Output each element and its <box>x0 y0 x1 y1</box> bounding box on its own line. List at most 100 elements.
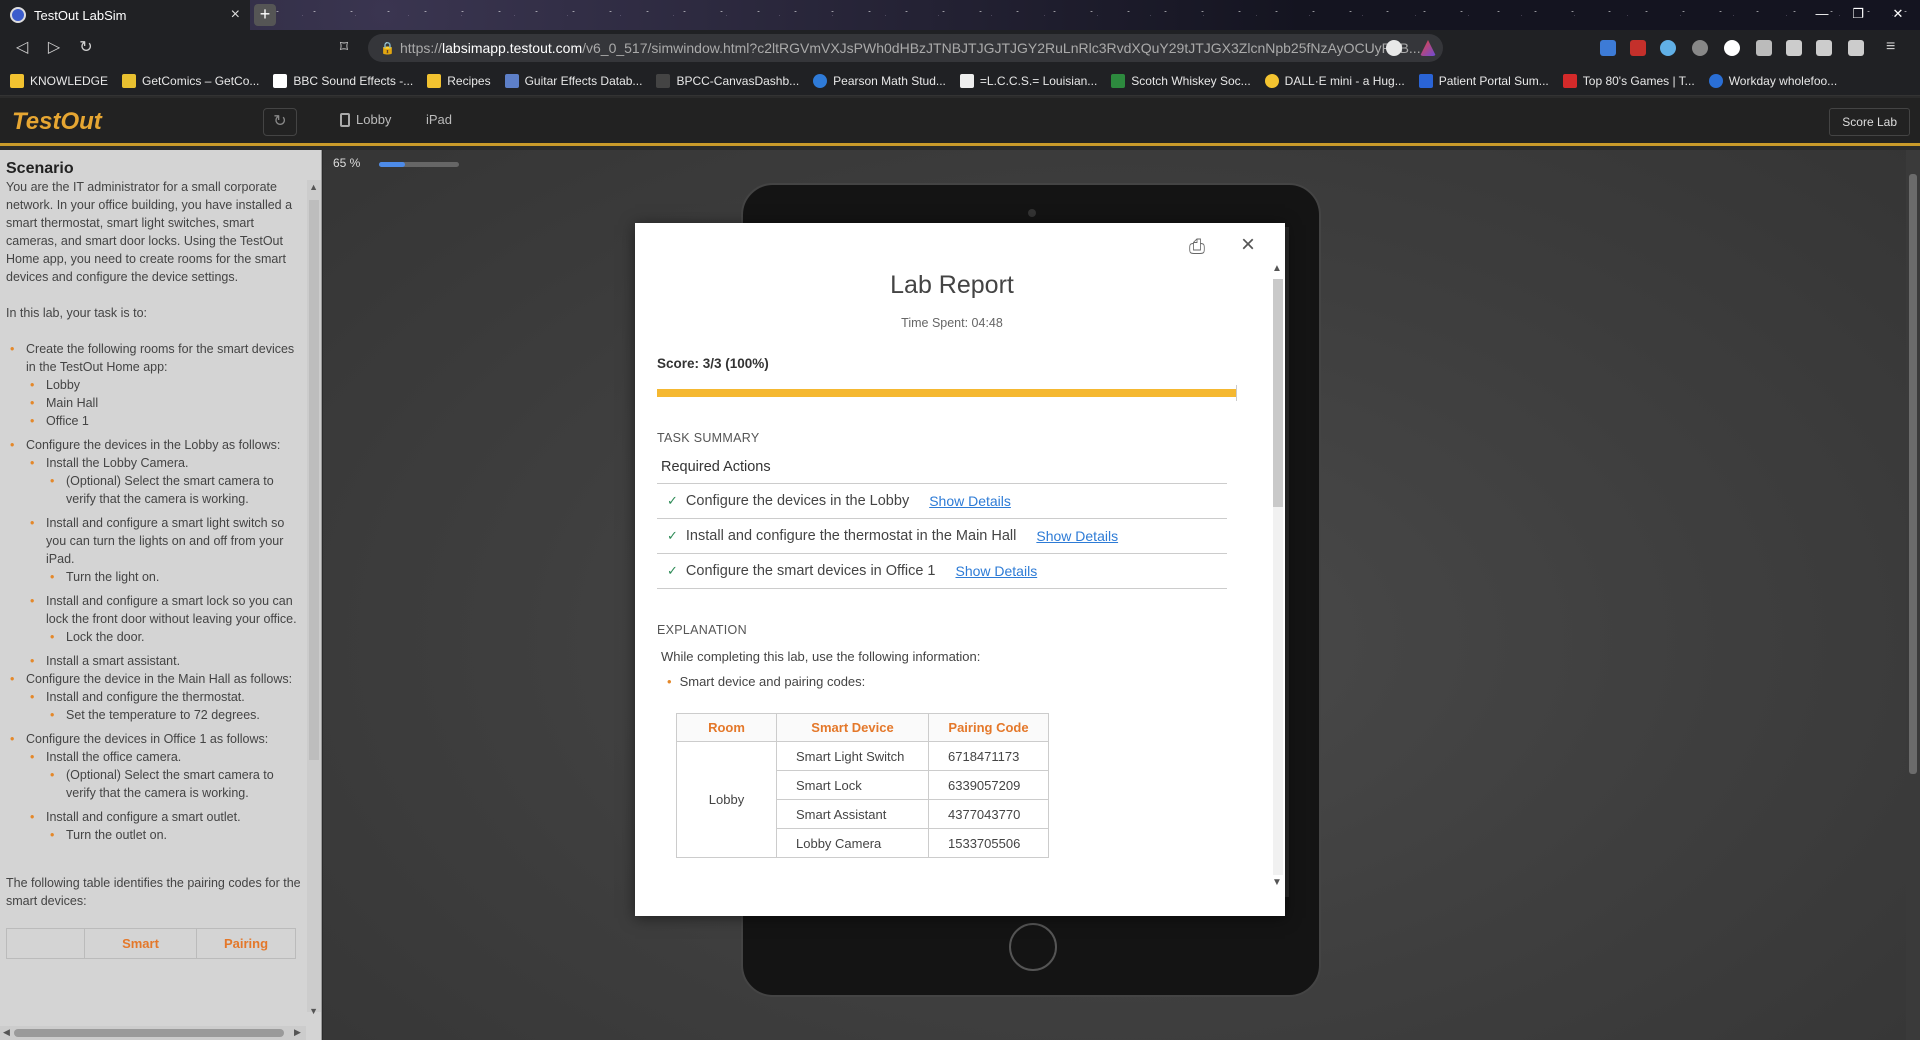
minimize-icon[interactable]: — <box>1804 0 1840 30</box>
scroll-up-icon[interactable]: ▲ <box>309 182 318 192</box>
ipad-home-button[interactable] <box>1009 923 1057 971</box>
stage-scrollbar[interactable] <box>1906 150 1920 1040</box>
new-tab-button[interactable]: + <box>254 4 276 26</box>
extension-translate-icon[interactable] <box>1600 40 1616 56</box>
code-cell: 6339057209 <box>928 770 1049 800</box>
close-icon[interactable]: × <box>1237 233 1259 257</box>
ipad-camera <box>1028 209 1036 217</box>
show-details-link[interactable]: Show Details <box>929 493 1011 509</box>
scroll-down-icon[interactable]: ▼ <box>309 1006 318 1016</box>
bookmark-item[interactable]: Scotch Whiskey Soc... <box>1111 73 1251 88</box>
browser-tab-strip: TestOut LabSim × + — ❐ ✕ <box>0 0 1920 30</box>
reload-icon[interactable]: ↻ <box>76 38 96 58</box>
browser-toolbar: ◁ ▷ ↻ ⌑ 🔒 https://labsimapp.testout.com/… <box>0 30 1920 66</box>
scroll-down-icon[interactable]: ▼ <box>1272 877 1282 888</box>
bookmark-item[interactable]: DALL·E mini - a Hug... <box>1264 73 1405 88</box>
bookmark-item[interactable]: Top 80's Games | T... <box>1562 73 1695 88</box>
zoom-label: 65 % <box>333 156 361 170</box>
menu-icon[interactable]: ≡ <box>1886 39 1902 56</box>
extension-react-icon[interactable] <box>1660 40 1676 56</box>
score-lab-button[interactable]: Score Lab <box>1829 108 1910 136</box>
scenario-horizontal-scrollbar[interactable] <box>0 1026 306 1040</box>
brave-shield-icon[interactable] <box>1386 40 1402 56</box>
task-text: Configure the smart devices in Office 1 <box>685 563 936 579</box>
bullet-icon: • <box>667 674 672 689</box>
sidebar-icon[interactable] <box>1816 40 1832 56</box>
show-details-link[interactable]: Show Details <box>1036 528 1118 544</box>
breadcrumb-lobby[interactable]: Lobby <box>340 112 391 127</box>
task-item: Create the following rooms for the smart… <box>6 340 306 430</box>
scroll-up-icon[interactable]: ▲ <box>1272 263 1282 274</box>
code-cell: 6718471173 <box>928 741 1049 771</box>
folder-icon <box>10 73 24 88</box>
browser-tab[interactable]: TestOut LabSim × <box>0 0 250 30</box>
lab-report-body: Lab Report Time Spent: 04:48 Score: 3/3 … <box>657 263 1247 893</box>
subtask-item: Lobby <box>26 376 306 394</box>
bookmark-item[interactable]: Workday wholefoo... <box>1708 73 1837 88</box>
bookmark-item[interactable]: BPCC-CanvasDashb... <box>656 73 799 88</box>
scenario-intro: You are the IT administrator for a small… <box>6 180 293 284</box>
scenario-vertical-scrollbar[interactable] <box>307 180 321 1012</box>
report-scrollbar[interactable]: ▲ ▼ <box>1269 261 1285 893</box>
bookmark-item[interactable]: Patient Portal Sum... <box>1418 73 1549 88</box>
task-row: ✓ Install and configure the thermostat i… <box>657 519 1227 554</box>
table-header-cell: Smart <box>84 928 197 959</box>
zoom-slider[interactable] <box>379 162 459 167</box>
table-row: Lobby Smart Light Switch 6718471173 <box>676 741 1049 858</box>
show-details-link[interactable]: Show Details <box>955 563 1037 579</box>
scrollbar-thumb[interactable] <box>309 200 319 760</box>
breadcrumb-ipad[interactable]: iPad <box>420 112 452 127</box>
bookmark-item[interactable]: =L.C.C.S.= Louisian... <box>959 73 1097 88</box>
subtask-item: Install and configure a smart outlet. Tu… <box>26 808 306 844</box>
subtask-detail: Turn the light on. <box>46 568 306 586</box>
task-text: Configure the devices in the Lobby <box>685 493 910 509</box>
bbc-icon <box>273 73 288 88</box>
zoom-slider-fill <box>379 162 406 167</box>
tab-title: TestOut LabSim <box>34 7 127 23</box>
testout-app-bar: TestOut ↻ Lobby iPad Score Lab <box>0 98 1920 146</box>
bookmark-item[interactable]: KNOWLEDGE <box>10 73 108 88</box>
lccs-icon <box>959 73 974 88</box>
scrollbar-thumb[interactable] <box>14 1029 284 1037</box>
window-close-icon[interactable]: ✕ <box>1880 0 1916 30</box>
wallet-icon[interactable] <box>1848 40 1864 56</box>
extension-w-icon[interactable] <box>1692 40 1708 56</box>
table-header-cell <box>6 928 85 959</box>
scroll-left-icon[interactable]: ◀ <box>3 1027 10 1038</box>
progress-endcap <box>1236 385 1237 401</box>
extensions-puzzle-icon[interactable] <box>1756 40 1772 56</box>
scroll-right-icon[interactable]: ▶ <box>294 1027 301 1038</box>
refresh-button[interactable]: ↻ <box>263 108 297 136</box>
reading-list-icon[interactable] <box>1786 40 1802 56</box>
task-intro: In this lab, your task is to: <box>6 306 148 320</box>
scrollbar-thumb[interactable] <box>1909 174 1917 774</box>
bookmark-item[interactable]: Guitar Effects Datab... <box>504 73 642 88</box>
maximize-icon[interactable]: ❐ <box>1840 0 1876 30</box>
testout-logo: TestOut <box>12 108 102 135</box>
tab-close-icon[interactable]: × <box>231 6 240 24</box>
bookmark-item[interactable]: Pearson Math Stud... <box>813 73 946 88</box>
extension-s-icon[interactable] <box>1630 40 1646 56</box>
extension-circle-icon[interactable] <box>1724 40 1740 56</box>
back-icon[interactable]: ◁ <box>12 38 32 58</box>
scenario-pairing-table: Smart Pairing <box>6 928 296 959</box>
bookmark-item[interactable]: GetComics – GetCo... <box>122 73 259 88</box>
print-icon[interactable]: ⎙ <box>1185 235 1209 259</box>
url-scheme: https:// <box>400 40 443 56</box>
column-header: Smart Device <box>776 713 929 742</box>
pairing-code-table: Room Smart Device Pairing Code Lobby Sma… <box>676 713 1049 858</box>
subtask-item: Install the office camera. (Optional) Se… <box>26 748 306 802</box>
bookmarks-bar: KNOWLEDGE GetComics – GetCo... BBC Sound… <box>0 66 1920 96</box>
bookmark-page-icon[interactable]: ⌑ <box>334 38 354 58</box>
canvas-icon <box>656 73 671 88</box>
url-host: labsimapp.testout.com <box>442 40 583 56</box>
scrollbar-thumb[interactable] <box>1273 279 1283 507</box>
subtask-detail: Set the temperature to 72 degrees. <box>46 706 306 724</box>
score-text: Score: 3/3 (100%) <box>657 356 769 371</box>
forward-icon[interactable]: ▷ <box>44 38 64 58</box>
address-bar[interactable]: 🔒 https://labsimapp.testout.com/v6_0_517… <box>368 34 1443 62</box>
bookmark-item[interactable]: BBC Sound Effects -... <box>273 73 413 88</box>
bookmark-item[interactable]: Recipes <box>427 73 491 88</box>
device-cell: Smart Light Switch <box>776 741 929 771</box>
tab-strip-background <box>0 0 1920 30</box>
